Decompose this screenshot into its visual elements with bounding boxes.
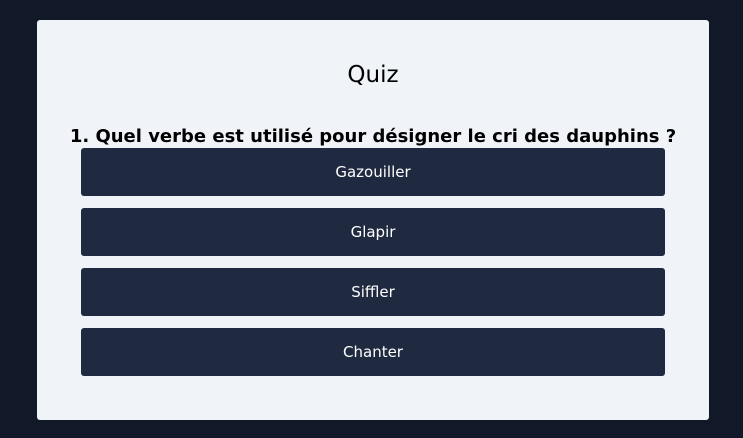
quiz-card: Quiz 1. Quel verbe est utilisé pour dési… [37, 20, 709, 420]
answer-button-glapir[interactable]: Glapir [81, 208, 665, 256]
question-text: 1. Quel verbe est utilisé pour désigner … [69, 126, 677, 147]
answer-button-gazouiller[interactable]: Gazouiller [81, 148, 665, 196]
quiz-title: Quiz [347, 62, 399, 88]
answer-list: Gazouiller Glapir Siffler Chanter [81, 148, 665, 388]
answer-button-siffler[interactable]: Siffler [81, 268, 665, 316]
answer-button-chanter[interactable]: Chanter [81, 328, 665, 376]
